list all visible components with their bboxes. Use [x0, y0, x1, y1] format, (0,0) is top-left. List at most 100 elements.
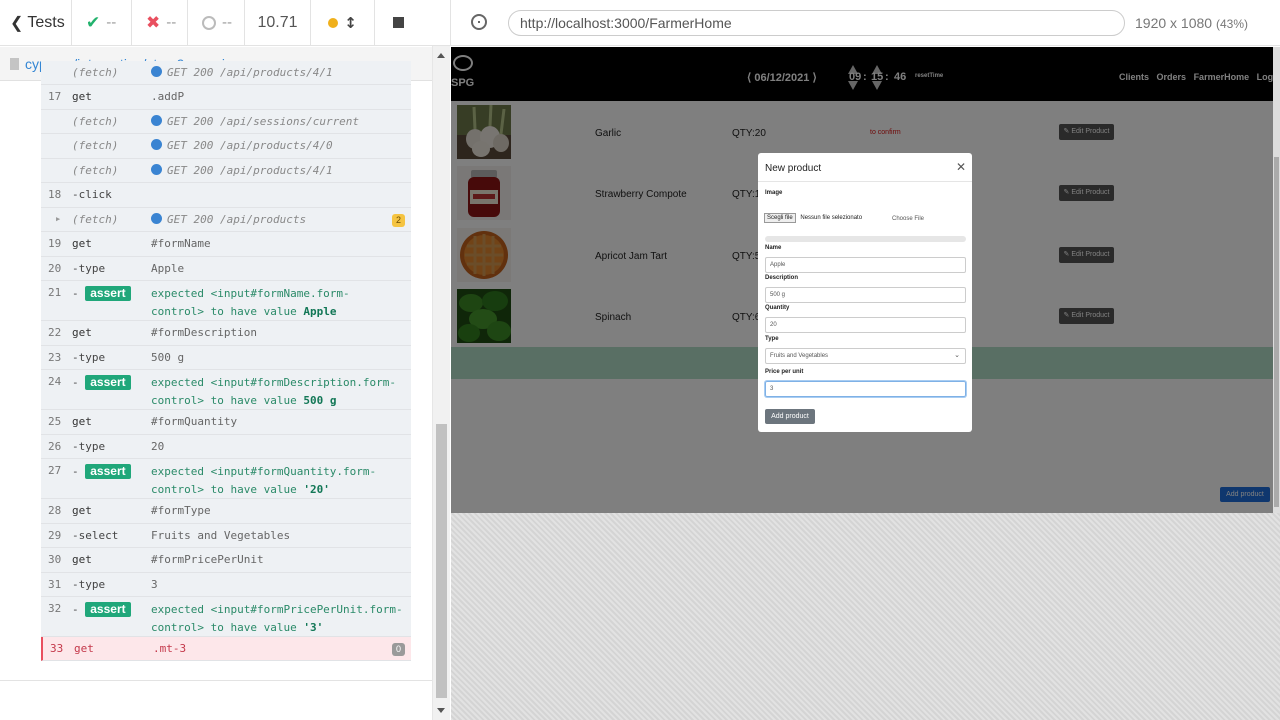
command-number: 18	[48, 188, 62, 201]
description-label: Description	[765, 275, 799, 281]
fetch-log-row[interactable]: (fetch) GET 200 /api/products/4/0	[41, 134, 411, 159]
failed-stat: ✖ --	[132, 0, 188, 46]
fetch-log-row[interactable]: (fetch) GET 200 /api/products/4/1	[41, 61, 411, 85]
scroll-down-icon[interactable]	[437, 708, 445, 713]
assert-message-line: control> to have value 500 g	[151, 392, 396, 410]
viewport-info[interactable]: 1920 x 1080 (43%)	[1135, 15, 1248, 31]
command-row[interactable]: 32 - assert expected <input#formPricePerUn…	[41, 597, 411, 637]
command-row[interactable]: 21 - assert expected <input#formName.form-…	[41, 281, 411, 321]
command-row[interactable]: 20 -type Apple	[41, 256, 411, 281]
pending-circle-icon	[202, 15, 216, 30]
command-name: (fetch)	[72, 139, 119, 152]
description-input[interactable]: 500 g	[765, 287, 966, 303]
command-row[interactable]: 33 get .mt-3 0	[41, 637, 411, 661]
app-frame: SPG ⟨ 06/12/2021 ⟩ 09 : 15 : 46 resetTim…	[451, 47, 1280, 513]
fetch-log-row[interactable]: (fetch) GET 200 /api/sessions/current	[41, 109, 411, 134]
command-number: 22	[48, 326, 62, 339]
count-badge: 0	[392, 643, 405, 656]
chevron-left-icon: ❮	[10, 14, 24, 32]
assert-value: Apple	[303, 305, 337, 318]
command-message: #formPricePerUnit	[151, 553, 264, 566]
aut-header: http://localhost:3000/FarmerHome 1920 x …	[450, 0, 1280, 46]
assert-badge: assert	[85, 286, 131, 301]
selector-playground-icon[interactable]	[471, 14, 487, 30]
command-name: (fetch)	[72, 163, 119, 177]
command-number: 26	[48, 439, 62, 453]
command-row[interactable]: 29 -select Fruits and Vegetables	[41, 523, 411, 548]
scrollbar-thumb[interactable]	[436, 424, 447, 698]
stop-button[interactable]	[375, 0, 421, 46]
request-text: GET 200 /api/products/4/1	[167, 66, 333, 79]
command-number: 30	[48, 553, 62, 566]
assert-badge: assert	[85, 602, 131, 617]
command-number: 27	[48, 464, 62, 477]
type-select-value: Fruits and Vegetables	[770, 353, 829, 359]
command-row[interactable]: 23 -type 500 g	[41, 345, 411, 370]
quantity-input[interactable]: 20	[765, 317, 966, 333]
request-dot-icon	[151, 114, 162, 126]
assert-message-line: expected <input#formName.form-	[151, 287, 350, 300]
command-number: 24	[48, 375, 62, 388]
command-row[interactable]: 30 get #formPricePerUnit	[41, 548, 411, 573]
close-icon[interactable]: ✕	[956, 160, 966, 174]
command-message: .mt-3	[153, 642, 187, 655]
scrollbar-thumb[interactable]	[1274, 157, 1279, 507]
quantity-label: Quantity	[765, 305, 790, 311]
command-name: -select	[72, 528, 119, 542]
command-row[interactable]: 24 - assert expected <input#formDescriptio…	[41, 370, 411, 410]
command-row[interactable]: 17 get .addP	[41, 85, 411, 110]
command-message: #formQuantity	[151, 415, 238, 428]
assert-message-line: control> to have value '20'	[151, 481, 376, 499]
command-number: 33	[50, 642, 64, 655]
app-scrollbar[interactable]	[1273, 47, 1280, 513]
passed-count: --	[106, 14, 117, 31]
check-icon: ✔	[86, 12, 101, 33]
command-number: 20	[48, 261, 62, 275]
command-name: get	[72, 504, 92, 517]
command-row[interactable]: 25 get #formQuantity	[41, 410, 411, 435]
assert-value: '20'	[303, 483, 330, 496]
assert-expectation: control> to have value	[151, 305, 304, 318]
passed-stat: ✔ --	[72, 0, 132, 46]
command-name: - assert	[72, 602, 131, 617]
tests-button[interactable]: ❮ Tests	[0, 0, 72, 46]
command-row[interactable]: 19 get #formName	[41, 232, 411, 257]
name-input[interactable]: Apple	[765, 257, 966, 273]
assert-expectation: control> to have value	[151, 483, 304, 496]
command-row[interactable]: 26 -type 20	[41, 434, 411, 459]
command-message: #formName	[151, 237, 211, 250]
request-dot-icon	[151, 139, 162, 150]
command-number: 21	[48, 286, 62, 299]
fetch-log-row[interactable]: ▶ (fetch) GET 200 /api/products 2	[41, 207, 411, 232]
reporter-scrollbar[interactable]	[432, 46, 450, 720]
command-name: - assert	[72, 286, 131, 301]
url-bar[interactable]: http://localhost:3000/FarmerHome	[508, 10, 1125, 36]
choose-file-button[interactable]: Scegli file	[764, 213, 796, 223]
command-row[interactable]: 31 -type 3	[41, 572, 411, 597]
add-product-button[interactable]: Add product	[765, 409, 815, 424]
command-number: 32	[48, 602, 62, 615]
command-name: - assert	[72, 464, 131, 479]
chevron-down-icon: ⌄	[954, 352, 960, 359]
command-number: 29	[48, 528, 62, 542]
fetch-log-row[interactable]: (fetch) GET 200 /api/products/4/1	[41, 158, 411, 183]
type-select[interactable]: Fruits and Vegetables ⌄	[765, 348, 966, 364]
command-number: 28	[48, 504, 62, 517]
command-row[interactable]: 18 -click	[41, 183, 411, 208]
command-row[interactable]: 28 get #formType	[41, 499, 411, 524]
command-name: get	[72, 553, 92, 566]
command-message: 3	[151, 577, 158, 591]
expand-caret-icon[interactable]: ▶	[56, 215, 60, 223]
command-row[interactable]: 22 get #formDescription	[41, 321, 411, 346]
viewport-size: 1920 x 1080	[1135, 15, 1213, 31]
reporter-header: ❮ Tests ✔ -- ✖ -- -- 10.71 ↕	[0, 0, 450, 46]
command-row[interactable]: 27 - assert expected <input#formQuantity.f…	[41, 459, 411, 499]
auto-scroll-toggle[interactable]: ↕	[311, 0, 375, 46]
failed-count: --	[166, 14, 177, 31]
file-input[interactable]: Scegli file Nessun file selezionato	[764, 213, 862, 223]
scroll-up-icon[interactable]	[437, 53, 445, 58]
command-message: Fruits and Vegetables	[151, 528, 291, 542]
price-input[interactable]: 3	[765, 381, 966, 397]
command-name: -type	[72, 350, 106, 364]
command-message: #formDescription	[151, 326, 257, 339]
